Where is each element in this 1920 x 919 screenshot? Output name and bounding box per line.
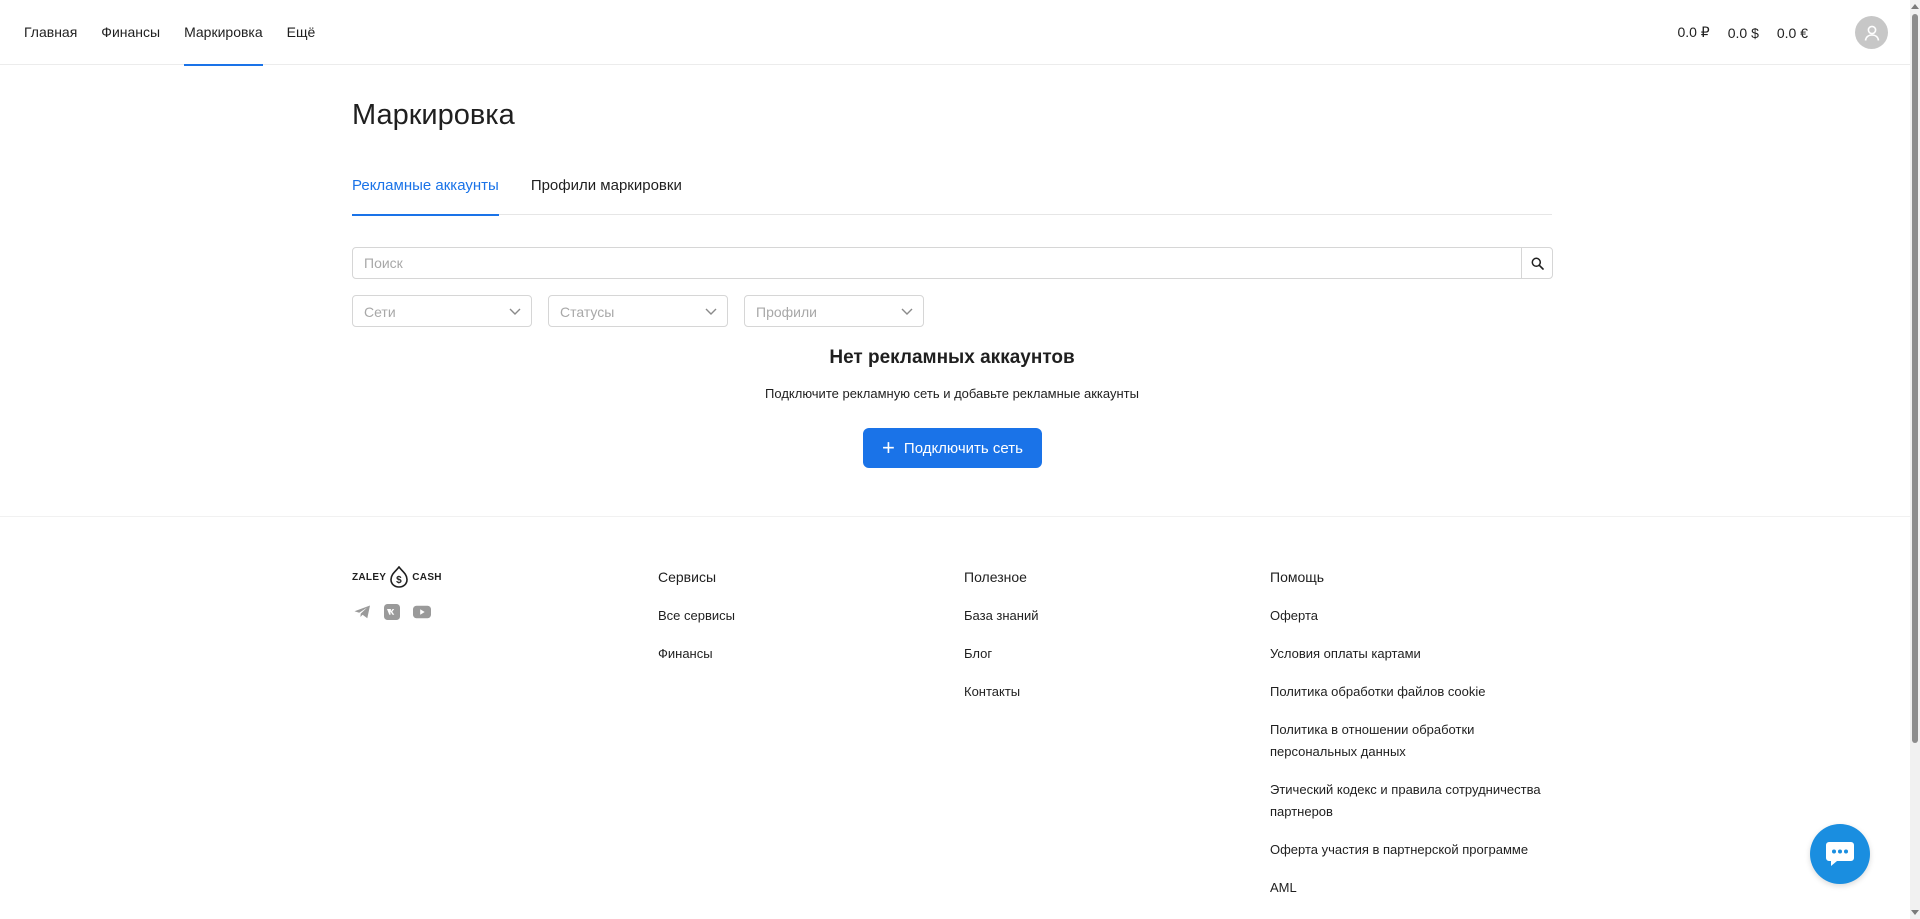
networks-select-placeholder: Сети: [364, 304, 396, 320]
footer-link-aml[interactable]: AML: [1270, 877, 1550, 899]
footer-column-title: Сервисы: [658, 569, 717, 585]
vk-icon: [384, 604, 400, 620]
logo-coin-icon: $: [390, 566, 409, 588]
footer-column-title: Помощь: [1270, 569, 1325, 585]
chevron-down-icon: [901, 308, 913, 315]
profiles-select[interactable]: Профили: [744, 295, 924, 327]
tabs: Рекламные аккаунты Профили маркировки: [352, 165, 1552, 216]
vk-link[interactable]: [383, 604, 401, 620]
plus-icon: +: [882, 435, 895, 460]
profiles-select-placeholder: Профили: [756, 304, 817, 320]
svg-text:$: $: [396, 575, 402, 586]
youtube-link[interactable]: [413, 604, 431, 620]
telegram-icon: [354, 605, 370, 619]
connect-network-label: Подключить сеть: [903, 439, 1023, 457]
footer-link-personal-data-policy[interactable]: Политика в отношении обработки персональ…: [1270, 719, 1550, 763]
footer-divider: [0, 516, 1910, 517]
empty-state-title: Нет рекламных аккаунтов: [829, 347, 1075, 368]
footer-link-cookie-policy[interactable]: Политика обработки файлов cookie: [1270, 681, 1550, 703]
footer-link-card-payment-terms[interactable]: Условия оплаты картами: [1270, 643, 1550, 665]
balance-usd[interactable]: 0.0 $: [1728, 25, 1759, 41]
balances: 0.0 ₽ 0.0 $ 0.0 €: [1659, 0, 1808, 65]
balance-eur[interactable]: 0.0 €: [1777, 25, 1808, 41]
connect-network-button[interactable]: + Подключить сеть: [863, 428, 1042, 468]
filters: Сети Статусы Профили: [352, 295, 940, 327]
avatar[interactable]: [1855, 16, 1888, 49]
user-icon: [1864, 25, 1879, 41]
page-title: Маркировка: [352, 99, 515, 131]
footer-column-help: Помощь Оферта Условия оплаты картами Пол…: [1270, 569, 1550, 915]
search-bar: [352, 247, 1553, 279]
top-navbar: Главная Финансы Маркировка Ещё 0.0 ₽ 0.0…: [0, 0, 1910, 66]
chat-button[interactable]: [1810, 824, 1870, 884]
scroll-down-arrow-icon[interactable]: [1911, 910, 1919, 915]
youtube-icon: [413, 605, 431, 619]
footer-column-useful: Полезное База знаний Блог Контакты: [964, 569, 1039, 719]
footer-link-partner-offer[interactable]: Оферта участия в партнерской программе: [1270, 839, 1550, 861]
balance-rub[interactable]: 0.0 ₽: [1677, 24, 1709, 41]
tab-marking-profiles[interactable]: Профили маркировки: [531, 165, 682, 215]
footer-link-finance[interactable]: Финансы: [658, 643, 735, 665]
scroll-up-arrow-icon[interactable]: [1911, 4, 1919, 9]
telegram-link[interactable]: [353, 604, 371, 620]
nav-item-finance[interactable]: Финансы: [101, 0, 160, 65]
statuses-select[interactable]: Статусы: [548, 295, 728, 327]
nav-item-home[interactable]: Главная: [24, 0, 77, 65]
footer-link-ethics-code[interactable]: Этический кодекс и правила сотрудничеств…: [1270, 779, 1550, 823]
footer-link-blog[interactable]: Блог: [964, 643, 1039, 665]
networks-select[interactable]: Сети: [352, 295, 532, 327]
scroll-thumb[interactable]: [1912, 14, 1918, 743]
page-scrollbar[interactable]: [1910, 0, 1920, 919]
footer-link-knowledge-base[interactable]: База знаний: [964, 605, 1039, 627]
nav-item-more[interactable]: Ещё: [287, 0, 316, 65]
tab-ad-accounts[interactable]: Рекламные аккаунты: [352, 165, 499, 216]
footer-column-title: Полезное: [964, 569, 1027, 585]
chevron-down-icon: [509, 308, 521, 315]
nav-item-marking[interactable]: Маркировка: [184, 0, 263, 66]
logo-text-left: ZALEY: [352, 571, 387, 583]
chat-icon: [1826, 842, 1854, 866]
logo[interactable]: ZALEY $ CASH: [352, 566, 442, 588]
footer-column-services: Сервисы Все сервисы Финансы: [658, 569, 735, 681]
footer-link-offer[interactable]: Оферта: [1270, 605, 1550, 627]
empty-state-subtitle: Подключите рекламную сеть и добавьте рек…: [765, 386, 1139, 401]
social-links: [353, 604, 443, 620]
search-button[interactable]: [1521, 248, 1552, 278]
footer-link-all-services[interactable]: Все сервисы: [658, 605, 735, 627]
logo-text-right: CASH: [412, 571, 442, 583]
main-nav: Главная Финансы Маркировка Ещё: [24, 0, 339, 66]
search-icon: [1531, 257, 1544, 270]
statuses-select-placeholder: Статусы: [560, 304, 615, 320]
footer-link-contacts[interactable]: Контакты: [964, 681, 1039, 703]
chevron-down-icon: [705, 308, 717, 315]
search-input[interactable]: [353, 248, 1521, 278]
